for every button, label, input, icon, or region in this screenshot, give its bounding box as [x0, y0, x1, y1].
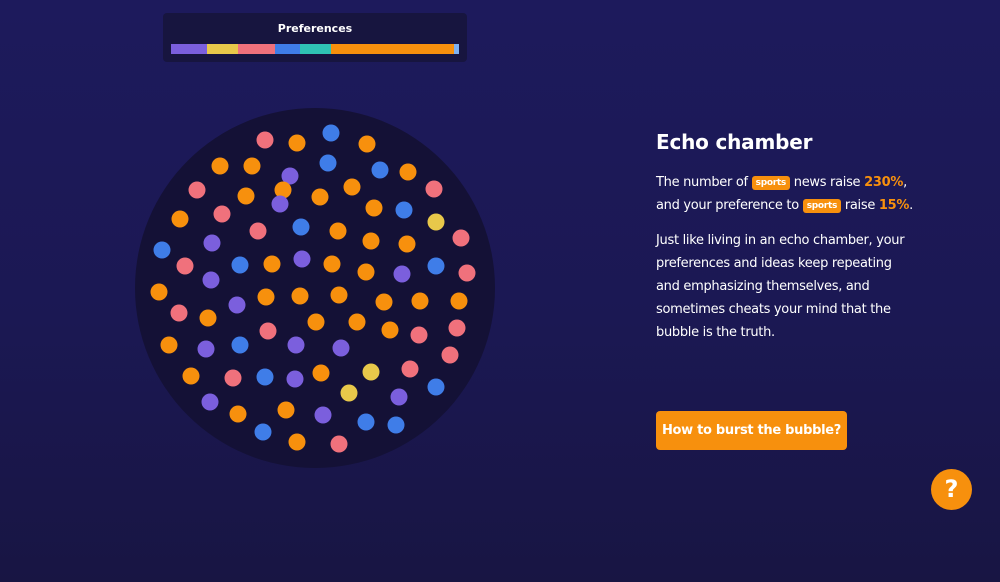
help-button[interactable]: ?	[931, 469, 972, 510]
bubble-dot-orange	[323, 255, 341, 273]
bubble-dot-pink	[452, 229, 470, 247]
bubble-dot-purple	[271, 195, 289, 213]
bubble-dot-pink	[256, 131, 274, 149]
bubble-dot-pink	[259, 322, 277, 340]
bubble-dot-purple	[287, 336, 305, 354]
bubble-dot-orange	[274, 181, 292, 199]
bubble-dot-pink	[330, 435, 348, 453]
bubble-dot-orange	[375, 293, 393, 311]
bubble-dot-orange	[348, 313, 366, 331]
preference-increase-percent: 15%	[878, 198, 910, 213]
stat-part-2: news raise	[793, 175, 861, 190]
stat-part-1: The number of	[656, 175, 748, 190]
bubble-dot-orange	[288, 134, 306, 152]
bubble-dot-orange	[411, 292, 429, 310]
bubble-dot-orange	[237, 187, 255, 205]
bubble-dot-purple	[203, 234, 221, 252]
bubble-dot-yellow	[427, 213, 445, 231]
question-mark-icon: ?	[944, 475, 959, 503]
bubble-dot-purple	[202, 271, 220, 289]
bubble-dot-orange	[343, 178, 361, 196]
bubble-dot-purple	[286, 370, 304, 388]
bubble-dot-orange	[450, 292, 468, 310]
bubble-dot-pink	[170, 304, 188, 322]
bubble-dot-blue	[395, 201, 413, 219]
bubble-dot-pink	[249, 222, 267, 240]
bubble-dot-blue	[371, 161, 389, 179]
bubble-dot-pink	[213, 205, 231, 223]
bubble-dot-orange	[160, 336, 178, 354]
bubble-dot-pink	[410, 326, 428, 344]
category-tag: sports	[751, 176, 790, 190]
stat-part-5: raise	[844, 198, 876, 213]
bubble-dot-orange	[229, 405, 247, 423]
panel-body: Just like living in an echo chamber, you…	[656, 233, 905, 340]
bubble-dot-blue	[292, 218, 310, 236]
bubble-dot-orange	[398, 235, 416, 253]
bubble-dot-purple	[314, 406, 332, 424]
stat-part-4: and your preference to	[656, 198, 799, 213]
burst-bubble-button[interactable]: How to burst the bubble?	[656, 411, 847, 450]
bubble-dot-orange	[312, 364, 330, 382]
bubble-dot-orange	[311, 188, 329, 206]
bubble-dot-orange	[150, 283, 168, 301]
bubble-dot-orange	[211, 157, 229, 175]
stat-text: The number of sports news raise 230%, and…	[656, 171, 956, 217]
bubble-dot-yellow	[340, 384, 358, 402]
bubble-dot-orange	[362, 232, 380, 250]
bubble-dot-orange	[329, 222, 347, 240]
stat-part-3: ,	[903, 175, 907, 190]
bubble-dot-orange	[358, 135, 376, 153]
bubble-dot-blue	[427, 257, 445, 275]
panel-title: Echo chamber	[656, 130, 813, 154]
bubble-dot-blue	[387, 416, 405, 434]
bubble-dot-orange	[365, 199, 383, 217]
bubble-dot-purple	[197, 340, 215, 358]
echo-bubble	[135, 108, 495, 468]
bubble-dot-pink	[176, 257, 194, 275]
bubble-dot-blue	[231, 336, 249, 354]
bubble-dot-pink	[448, 319, 466, 337]
bubble-dot-blue	[319, 154, 337, 172]
bubble-dot-yellow	[362, 363, 380, 381]
bubble-dot-orange	[257, 288, 275, 306]
bubble-dot-orange	[307, 313, 325, 331]
bubble-dot-purple	[332, 339, 350, 357]
news-increase-percent: 230%	[864, 175, 904, 190]
bubble-dot-orange	[263, 255, 281, 273]
bubble-dot-pink	[425, 180, 443, 198]
bubble-dot-orange	[330, 286, 348, 304]
bubble-dot-blue	[231, 256, 249, 274]
bubble-dot-purple	[293, 250, 311, 268]
bubble-dot-orange	[288, 433, 306, 451]
bubble-dot-orange	[182, 367, 200, 385]
bubble-dot-pink	[441, 346, 459, 364]
bubble-dot-orange	[277, 401, 295, 419]
bubble-dot-orange	[291, 287, 309, 305]
bubble-dot-blue	[256, 368, 274, 386]
bubble-dot-purple	[201, 393, 219, 411]
bubble-dot-blue	[357, 413, 375, 431]
bubble-dot-orange	[357, 263, 375, 281]
category-tag: sports	[802, 199, 841, 213]
bubble-dot-blue	[427, 378, 445, 396]
info-panel: Echo chamber The number of sports news r…	[656, 130, 956, 344]
bubble-dot-pink	[224, 369, 242, 387]
bubble-dot-orange	[171, 210, 189, 228]
bubble-dot-purple	[393, 265, 411, 283]
stat-part-6: .	[909, 198, 913, 213]
bubble-dot-purple	[228, 296, 246, 314]
bubble-dot-orange	[243, 157, 261, 175]
bubble-dot-orange	[199, 309, 217, 327]
bubble-dot-blue	[322, 124, 340, 142]
bubble-dot-pink	[458, 264, 476, 282]
bubble-dot-blue	[254, 423, 272, 441]
bubble-dot-pink	[401, 360, 419, 378]
bubble-dot-blue	[153, 241, 171, 259]
bubble-dot-orange	[399, 163, 417, 181]
bubble-dot-purple	[390, 388, 408, 406]
bubble-dot-orange	[381, 321, 399, 339]
bubble-dot-pink	[188, 181, 206, 199]
